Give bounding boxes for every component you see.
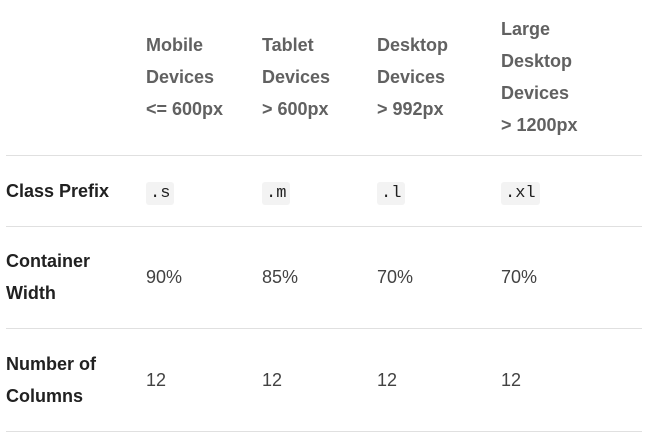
header-line: > 1200px	[501, 115, 578, 136]
cell-prefix-mobile: .s	[146, 155, 262, 226]
header-line: Devices	[377, 67, 446, 88]
header-mobile-devices: Mobile Devices <= 600px	[146, 0, 262, 155]
cell-width-desktop: 70%	[377, 267, 414, 287]
cell-columns-large-desktop: 12	[501, 369, 522, 390]
header-line: > 992px	[377, 99, 444, 120]
header-line: <= 600px	[146, 99, 224, 120]
cell-width-tablet: 85%	[262, 267, 299, 287]
row-label-number-of-columns: Number of Columns	[6, 328, 146, 431]
responsive-grid-table: Mobile Devices <= 600px Tablet Devices >…	[6, 0, 642, 432]
class-prefix-code: .xl	[501, 181, 540, 205]
row-label-class-prefix: Class Prefix	[6, 180, 110, 201]
header-line: Tablet	[262, 35, 314, 56]
table-row-class-prefix: Class Prefix .s .m .l .xl	[6, 155, 642, 226]
header-line: Devices	[501, 83, 570, 104]
header-desktop-devices: Desktop Devices > 992px	[377, 0, 501, 155]
cell-prefix-tablet: .m	[262, 155, 377, 226]
table-body: Class Prefix .s .m .l .xl Container Widt…	[6, 155, 642, 431]
row-label-line: Width	[6, 283, 56, 303]
cell-columns-tablet: 12	[262, 369, 283, 390]
cell-prefix-large-desktop: .xl	[501, 155, 642, 226]
cell-columns-mobile: 12	[146, 369, 167, 390]
row-label-line: Columns	[6, 385, 84, 406]
cell-width-large-desktop: 70%	[501, 267, 538, 287]
class-prefix-code: .s	[146, 181, 175, 205]
header-line: > 600px	[262, 99, 329, 120]
class-prefix-code: .l	[377, 181, 406, 205]
cell-width-mobile: 90%	[146, 267, 183, 287]
header-tablet-devices: Tablet Devices > 600px	[262, 0, 377, 155]
header-row: Mobile Devices <= 600px Tablet Devices >…	[6, 0, 642, 155]
table-header: Mobile Devices <= 600px Tablet Devices >…	[6, 0, 642, 155]
header-line: Desktop	[377, 35, 449, 56]
header-large-desktop-devices: Large Desktop Devices > 1200px	[501, 0, 642, 155]
header-line: Devices	[146, 67, 215, 88]
cell-prefix-desktop: .l	[377, 155, 501, 226]
row-label-line: Container	[6, 251, 91, 271]
row-label-line: Number of	[6, 353, 96, 374]
header-line: Large	[501, 19, 551, 40]
row-label-container-width: Container Width	[6, 226, 146, 328]
header-line: Devices	[262, 67, 331, 88]
class-prefix-code: .m	[262, 181, 291, 205]
table-row-container-width: Container Width 90% 85% 70% 70%	[6, 226, 642, 328]
header-line: Mobile	[146, 35, 203, 56]
cell-columns-desktop: 12	[377, 369, 398, 390]
table-row-number-of-columns: Number of Columns 12 12 12 12	[6, 328, 642, 431]
header-line: Desktop	[501, 51, 573, 72]
header-corner-cell	[6, 0, 146, 155]
